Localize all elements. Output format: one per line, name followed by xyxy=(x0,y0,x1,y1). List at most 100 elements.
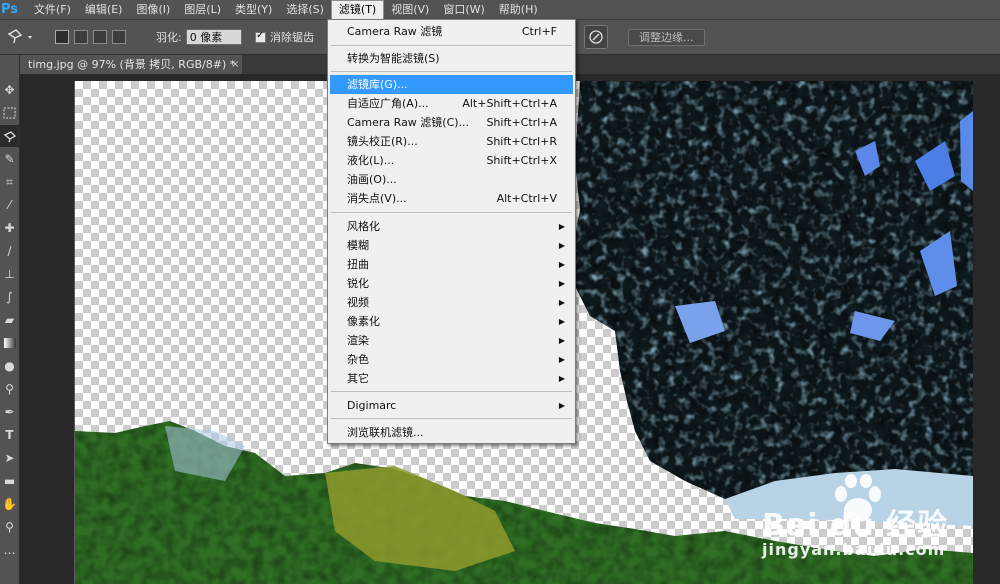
menu-item-render[interactable]: 渲染 ▶ xyxy=(330,331,573,350)
intersect-selection-button[interactable] xyxy=(112,30,126,44)
menu-item-stylize[interactable]: 风格化 ▶ xyxy=(330,217,573,236)
menu-item-filter-gallery[interactable]: 滤镜库(G)... xyxy=(330,75,573,94)
type-icon: T xyxy=(5,428,14,442)
crop-icon: ⌗ xyxy=(6,174,13,189)
menu-item-distort[interactable]: 扭曲 ▶ xyxy=(330,255,573,274)
menu-item-label: Camera Raw 滤镜 xyxy=(347,25,443,38)
type-tool[interactable]: T xyxy=(0,424,19,446)
menu-item-shortcut: Ctrl+F xyxy=(521,25,557,38)
submenu-arrow-icon: ▶ xyxy=(558,401,565,410)
menu-filter[interactable]: 滤镜(T) xyxy=(330,0,385,19)
menu-item-lens-correction[interactable]: 镜头校正(R)... Shift+Ctrl+R xyxy=(330,132,573,151)
subtract-selection-button[interactable] xyxy=(93,30,107,44)
brush-icon: ∕ xyxy=(7,244,12,258)
history-brush-tool[interactable]: ∫ xyxy=(0,286,19,308)
menu-item-shortcut: Shift+Ctrl+X xyxy=(486,154,557,167)
eyedropper-icon: ⁄ xyxy=(8,198,11,212)
healing-tool[interactable]: ✚ xyxy=(0,217,19,239)
submenu-arrow-icon: ▶ xyxy=(558,241,565,250)
marquee-icon xyxy=(3,107,16,119)
menu-item-label: 滤镜库(G)... xyxy=(347,78,408,91)
hand-tool[interactable]: ✋ xyxy=(0,493,19,515)
shape-tool[interactable]: ▬ xyxy=(0,470,19,492)
antialias-label: 消除锯齿 xyxy=(270,31,314,44)
brush-tool[interactable]: ∕ xyxy=(0,240,19,262)
pen-icon: ✒ xyxy=(4,405,15,419)
document-tab[interactable]: timg.jpg @ 97% (背景 拷贝, RGB/8#) * × xyxy=(20,55,242,74)
menu-item-oil-paint[interactable]: 油画(O)... xyxy=(330,170,573,189)
menu-select[interactable]: 选择(S) xyxy=(279,0,331,19)
menu-separator xyxy=(331,71,572,72)
submenu-arrow-icon: ▶ xyxy=(558,317,565,326)
menu-window[interactable]: 窗口(W) xyxy=(436,0,491,19)
menu-item-label: Camera Raw 滤镜(C)... xyxy=(347,116,470,129)
submenu-arrow-icon: ▶ xyxy=(558,279,565,288)
quick-selection-tool[interactable]: ✎ xyxy=(0,148,19,170)
menu-item-pixelate[interactable]: 像素化 ▶ xyxy=(330,312,573,331)
menu-item-sharpen[interactable]: 锐化 ▶ xyxy=(330,274,573,293)
blur-tool[interactable]: ● xyxy=(0,355,19,377)
menu-item-browse-online-filters[interactable]: 浏览联机滤镜... xyxy=(330,423,573,442)
extra-tools[interactable]: … xyxy=(0,539,19,561)
eraser-tool[interactable]: ▰ xyxy=(0,309,19,331)
menu-layer[interactable]: 图层(L) xyxy=(177,0,228,19)
menu-item-convert-smart-filter[interactable]: 转换为智能滤镜(S) xyxy=(330,49,573,68)
menu-help[interactable]: 帮助(H) xyxy=(492,0,545,19)
menu-bar: Ps 文件(F) 编辑(E) 图像(I) 图层(L) 类型(Y) 选择(S) 滤… xyxy=(0,0,1000,20)
menu-item-other[interactable]: 其它 ▶ xyxy=(330,369,573,388)
refine-edge-button[interactable]: 调整边缘... xyxy=(628,28,705,46)
menu-item-shortcut: Shift+Ctrl+A xyxy=(486,116,557,129)
menu-file[interactable]: 文件(F) xyxy=(27,0,78,19)
gradient-icon xyxy=(3,338,16,348)
menu-item-liquify[interactable]: 液化(L)... Shift+Ctrl+X xyxy=(330,151,573,170)
menu-item-vanishing-point[interactable]: 消失点(V)... Alt+Ctrl+V xyxy=(330,189,573,208)
submenu-arrow-icon: ▶ xyxy=(558,222,565,231)
zoom-tool[interactable]: ⚲ xyxy=(0,516,19,538)
path-selection-tool[interactable]: ➤ xyxy=(0,447,19,469)
menu-item-camera-raw-last[interactable]: Camera Raw 滤镜 Ctrl+F xyxy=(330,22,573,41)
clone-stamp-tool[interactable]: ⊥ xyxy=(0,263,19,285)
antialias-group: 消除锯齿 xyxy=(255,20,314,54)
refine-edge-group: 调整边缘... xyxy=(628,20,705,54)
pen-tool[interactable]: ✒ xyxy=(0,401,19,423)
new-selection-button[interactable] xyxy=(55,30,69,44)
menu-item-label: 转换为智能滤镜(S) xyxy=(347,52,440,65)
menu-separator xyxy=(331,391,572,392)
marquee-tool[interactable] xyxy=(0,102,19,124)
menu-type[interactable]: 类型(Y) xyxy=(228,0,279,19)
menu-view[interactable]: 视图(V) xyxy=(384,0,436,19)
antialias-checkbox[interactable] xyxy=(255,30,266,43)
menu-item-noise[interactable]: 杂色 ▶ xyxy=(330,350,573,369)
stamp-icon: ⊥ xyxy=(4,267,15,281)
baidu-watermark: Bai du 经验 jingyan.baidu.com xyxy=(762,470,992,570)
menu-item-camera-raw-filter[interactable]: Camera Raw 滤镜(C)... Shift+Ctrl+A xyxy=(330,113,573,132)
watermark-text: Bai du 经验 xyxy=(762,508,949,543)
menu-item-digimarc[interactable]: Digimarc ▶ xyxy=(330,396,573,415)
menu-item-adaptive-wide-angle[interactable]: 自适应广角(A)... Alt+Shift+Ctrl+A xyxy=(330,94,573,113)
menu-item-blur[interactable]: 模糊 ▶ xyxy=(330,236,573,255)
dodge-tool[interactable]: ⚲ xyxy=(0,378,19,400)
eyedropper-tool[interactable]: ⁄ xyxy=(0,194,19,216)
menu-item-label: 其它 xyxy=(347,372,369,385)
menu-edit[interactable]: 编辑(E) xyxy=(78,0,130,19)
menu-item-video[interactable]: 视频 ▶ xyxy=(330,293,573,312)
menu-separator xyxy=(331,418,572,419)
lasso-tool[interactable] xyxy=(0,125,19,147)
path-arrow-icon: ➤ xyxy=(4,451,15,465)
quick-selection-icon: ✎ xyxy=(4,152,15,166)
gradient-tool[interactable] xyxy=(0,332,19,354)
tool-preset-picker[interactable] xyxy=(6,20,42,54)
zoom-magnifier-icon: ⚲ xyxy=(5,520,14,534)
tablet-pressure-group xyxy=(584,20,608,54)
feather-input[interactable]: 0 像素 xyxy=(185,29,242,45)
photoshop-logo: Ps xyxy=(1,2,19,17)
add-selection-button[interactable] xyxy=(74,30,88,44)
crop-tool[interactable]: ⌗ xyxy=(0,171,19,193)
tablet-pressure-button[interactable] xyxy=(584,25,608,49)
menu-separator xyxy=(331,212,572,213)
menu-image[interactable]: 图像(I) xyxy=(129,0,177,19)
feather-group: 羽化: 0 像素 xyxy=(156,20,242,54)
close-icon[interactable]: × xyxy=(231,55,239,74)
move-tool[interactable]: ✥ xyxy=(0,79,19,101)
menu-item-label: 扭曲 xyxy=(347,258,369,271)
